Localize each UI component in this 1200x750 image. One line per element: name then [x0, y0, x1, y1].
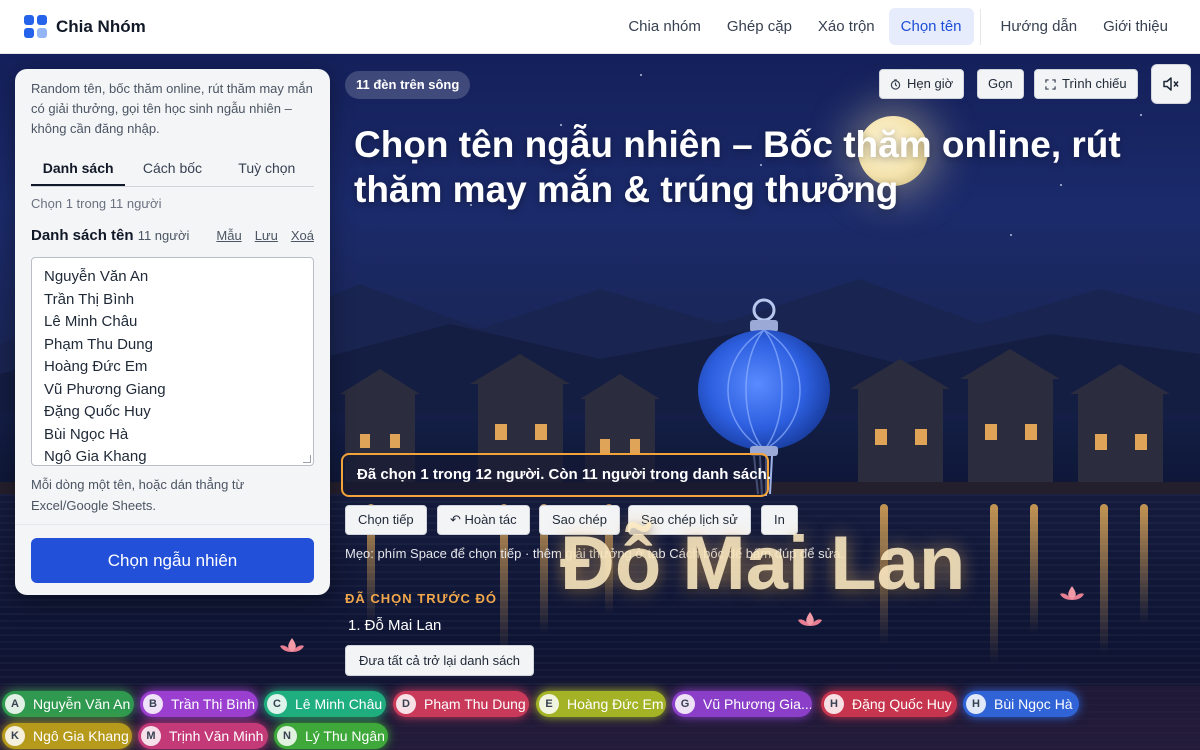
name-chip-badge: K: [5, 726, 25, 746]
name-chip-label: Đặng Quốc Huy: [852, 696, 952, 712]
panel-intro: Random tên, bốc thăm online, rút thăm ma…: [31, 81, 313, 136]
mute-button[interactable]: [1151, 64, 1191, 104]
name-chip[interactable]: M Trịnh Văn Minh: [138, 723, 268, 749]
name-chip-badge: E: [539, 694, 559, 714]
name-chip-label: Ngô Gia Khang: [33, 728, 129, 744]
undo-label: Hoàn tác: [464, 512, 517, 527]
name-chip-label: Hoàng Đức Em: [567, 696, 664, 712]
present-button[interactable]: Trình chiếu: [1034, 69, 1138, 99]
name-chip-label: Phạm Thu Dung: [424, 696, 526, 712]
nav-divider: [979, 8, 981, 45]
speaker-muted-icon: [1163, 77, 1179, 91]
pick-count: Chọn 1 trong 11 người: [31, 196, 162, 211]
lotus-lantern-icon: [1060, 586, 1084, 600]
timer-label: Hẹn giờ: [907, 76, 954, 91]
nav-chon-ten[interactable]: Chọn tên: [888, 8, 974, 45]
name-chip[interactable]: N Lý Thu Ngân: [274, 723, 388, 749]
present-label: Trình chiếu: [1062, 76, 1127, 91]
name-chip[interactable]: A Nguyễn Văn An: [2, 691, 134, 717]
brand[interactable]: Chia Nhóm: [24, 15, 146, 38]
main-nav: Chia nhóm Ghép cặp Xáo trộn Chọn tên Hướ…: [614, 8, 1180, 45]
name-chip-badge: C: [267, 694, 287, 714]
undo-button[interactable]: ↶ Hoàn tác: [437, 505, 530, 535]
name-chip[interactable]: K Ngô Gia Khang: [2, 723, 132, 749]
name-chip-label: Lý Thu Ngân: [305, 728, 385, 744]
timer-button[interactable]: Hẹn giờ: [879, 69, 965, 99]
previous-pick-item: 1. Đỗ Mai Lan: [348, 617, 442, 634]
name-chip-badge: M: [141, 726, 161, 746]
name-chip-label: Vũ Phương Gia...: [703, 696, 812, 712]
list-count: 11 người: [137, 228, 190, 243]
name-line: Ngô Gia Khang: [44, 448, 147, 465]
name-line: Đặng Quốc Huy: [44, 403, 151, 420]
compact-label: Gọn: [988, 76, 1013, 91]
name-chip[interactable]: G Vũ Phương Gia...: [672, 691, 812, 717]
sample-link[interactable]: Mẫu: [216, 228, 241, 243]
name-chip-badge: A: [5, 694, 25, 714]
name-chip-label: Trịnh Văn Minh: [169, 728, 264, 744]
logo-icon: [24, 15, 47, 38]
undo-icon: ↶: [450, 512, 461, 527]
name-line: Nguyễn Văn An: [44, 268, 149, 285]
page-title: Chọn tên ngẫu nhiên – Bốc thăm online, r…: [354, 124, 1121, 210]
name-chip[interactable]: D Phạm Thu Dung: [393, 691, 529, 717]
result-status: Đã chọn 1 trong 12 người. Còn 11 người t…: [341, 453, 771, 497]
brand-name: Chia Nhóm: [56, 16, 146, 36]
name-chip-badge: D: [396, 694, 416, 714]
tab-tuy-chon[interactable]: Tuỳ chọn: [220, 151, 314, 186]
name-chip[interactable]: B Trần Thị Bình: [140, 691, 258, 717]
lotus-lantern-icon: [798, 612, 822, 626]
nav-gioi-thieu[interactable]: Giới thiệu: [1091, 8, 1180, 45]
top-navbar: Chia Nhóm Chia nhóm Ghép cặp Xáo trộn Ch…: [0, 0, 1200, 54]
name-chip[interactable]: H Bùi Ngọc Hà: [963, 691, 1079, 717]
name-chip-badge: N: [277, 726, 297, 746]
nav-huong-dan[interactable]: Hướng dẫn: [989, 8, 1090, 45]
panel-tabs: Danh sách Cách bốc Tuỳ chọn: [31, 151, 314, 187]
name-chip[interactable]: C Lê Minh Châu: [264, 691, 386, 717]
tab-danh-sach[interactable]: Danh sách: [31, 151, 126, 186]
nav-xao-tron[interactable]: Xáo trộn: [806, 8, 887, 45]
lantern-count-chip: 11 đèn trên sông: [345, 71, 471, 99]
panel-divider: [15, 524, 330, 525]
winner-name: Đỗ Mai Lan: [560, 521, 966, 606]
names-textarea[interactable]: Nguyễn Văn An Trần Thị Bình Lê Minh Châu…: [31, 257, 314, 466]
name-line: Bùi Ngọc Hà: [44, 425, 129, 443]
tab-cach-boc[interactable]: Cách bốc: [125, 151, 219, 186]
name-line: Hoàng Đức Em: [44, 358, 148, 375]
random-pick-button[interactable]: Chọn ngẫu nhiên: [31, 538, 314, 583]
name-chip-label: Lê Minh Châu: [295, 696, 383, 712]
name-chip-badge: B: [143, 694, 163, 714]
name-chip-label: Nguyễn Văn An: [33, 696, 131, 712]
clear-link[interactable]: Xoá: [291, 228, 314, 243]
name-line: Vũ Phương Giang: [44, 380, 166, 398]
name-chip-strip: A Nguyễn Văn An B Trần Thị Bình C Lê Min…: [0, 686, 1200, 750]
timer-icon: [890, 78, 901, 90]
name-chip[interactable]: H Đặng Quốc Huy: [821, 691, 957, 717]
pick-next-button[interactable]: Chọn tiếp: [345, 505, 427, 535]
list-header: Danh sách tên 11 người Mẫu Lưu Xoá: [31, 227, 314, 244]
name-chip[interactable]: E Hoàng Đức Em: [536, 691, 666, 717]
list-title: Danh sách tên: [31, 227, 134, 244]
name-chip-label: Trần Thị Bình: [171, 696, 256, 712]
name-chip-badge: H: [824, 694, 844, 714]
name-line: Phạm Thu Dung: [44, 335, 153, 353]
name-chip-label: Bùi Ngọc Hà: [994, 696, 1073, 712]
lotus-lantern-icon: [280, 638, 304, 652]
name-line: Trần Thị Bình: [44, 290, 135, 308]
name-chip-badge: G: [675, 694, 695, 714]
compact-button[interactable]: Gọn: [977, 69, 1024, 99]
name-chip-badge: H: [966, 694, 986, 714]
nav-chia-nhom[interactable]: Chia nhóm: [616, 8, 713, 45]
previous-picks-title: ĐÃ CHỌN TRƯỚC ĐÓ: [345, 591, 497, 606]
fullscreen-icon: [1045, 78, 1056, 90]
textarea-hint: Mỗi dòng một tên, hoặc dán thẳng từ Exce…: [31, 477, 245, 513]
nav-ghep-cap[interactable]: Ghép cặp: [715, 8, 804, 45]
save-link[interactable]: Lưu: [255, 228, 278, 243]
return-all-button[interactable]: Đưa tất cả trở lại danh sách: [345, 645, 535, 676]
name-line: Lê Minh Châu: [44, 313, 138, 330]
resize-handle[interactable]: [303, 455, 311, 463]
name-list-panel: Random tên, bốc thăm online, rút thăm ma…: [15, 69, 330, 595]
